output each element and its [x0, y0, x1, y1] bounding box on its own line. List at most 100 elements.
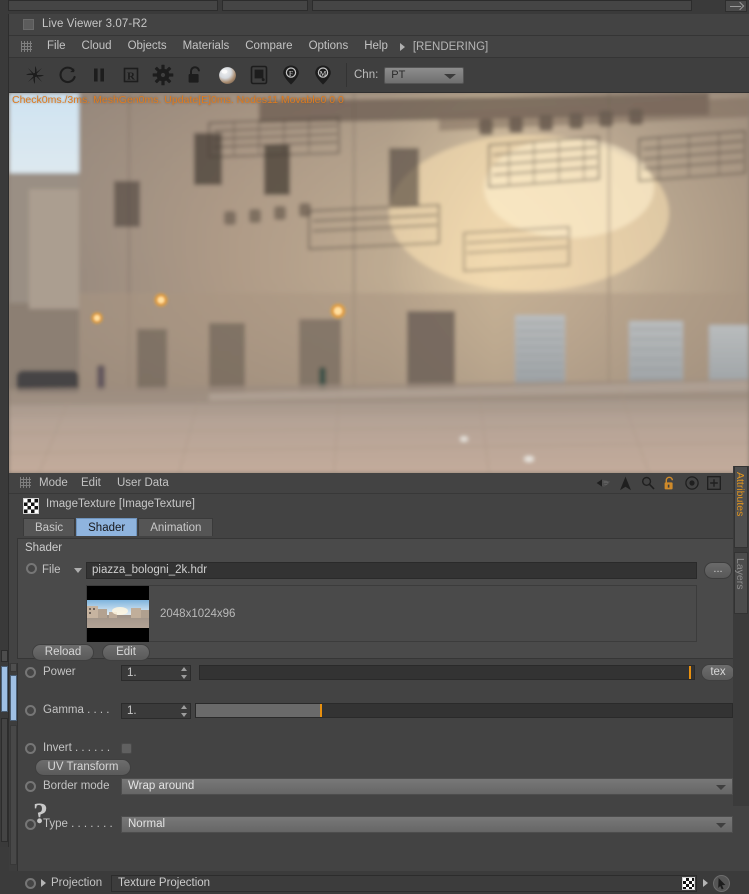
material-sphere-icon[interactable]: [211, 60, 243, 90]
lock-open-icon[interactable]: [662, 475, 677, 491]
shader-panel: Shader File piazza_bologni_2k.hdr ... 20…: [17, 538, 741, 661]
invert-label: Invert . . . . . .: [43, 742, 111, 754]
side-tab-attributes[interactable]: Attributes: [734, 466, 748, 548]
power-tex-button[interactable]: tex: [701, 664, 735, 681]
channel-label: Chn:: [354, 69, 379, 81]
border-mode-label: Border mode: [43, 780, 110, 792]
border-mode-anim-bullet[interactable]: [25, 781, 36, 792]
svg-text:M: M: [320, 69, 327, 78]
render-viewport[interactable]: Check0ms./3ms. MeshGen0ms. Update[E]0ms.…: [9, 93, 749, 473]
menu-overflow-arrow-icon[interactable]: [399, 42, 405, 51]
menu-item-compare[interactable]: Compare: [237, 36, 300, 57]
projection-pick-icon[interactable]: [713, 875, 730, 892]
attributes-scroll-rail[interactable]: [9, 663, 18, 871]
plus-box-icon[interactable]: [706, 475, 721, 491]
back-navigate-icon[interactable]: [596, 475, 611, 491]
pause-icon[interactable]: [83, 60, 115, 90]
border-mode-row: Border mode Wrap around: [17, 777, 741, 796]
border-mode-value: Wrap around: [128, 780, 195, 792]
picture-viewer-icon[interactable]: [243, 60, 275, 90]
power-slider[interactable]: [199, 665, 695, 680]
file-path-input[interactable]: piazza_bologni_2k.hdr: [86, 562, 697, 579]
svg-text:R: R: [127, 70, 136, 82]
texture-preview-box: 2048x1024x96: [86, 585, 697, 642]
gamma-anim-bullet[interactable]: [25, 705, 36, 716]
viewport-stats-overlay: Check0ms./3ms. MeshGen0ms. Update[E]0ms.…: [12, 94, 344, 106]
tab-shader[interactable]: Shader: [76, 518, 138, 536]
menu-bar: File Cloud Objects Materials Compare Opt…: [9, 36, 749, 58]
gamma-slider[interactable]: [195, 703, 733, 718]
refresh-icon[interactable]: [51, 60, 83, 90]
left-rail-knob-b[interactable]: [1, 666, 8, 712]
menu-item-objects[interactable]: Objects: [120, 36, 175, 57]
lock-icon[interactable]: [179, 60, 211, 90]
projection-label: Projection: [51, 877, 103, 889]
region-r-icon[interactable]: R: [115, 60, 147, 90]
search-icon[interactable]: [640, 475, 655, 491]
left-rail-knob-c[interactable]: [1, 718, 8, 842]
outer-seg-1: [8, 0, 218, 11]
target-icon[interactable]: [684, 475, 699, 491]
material-pin-icon[interactable]: M: [307, 60, 339, 90]
attr-menu-edit[interactable]: Edit: [81, 473, 101, 493]
power-row: Power 1. tex: [17, 663, 741, 682]
file-dropdown-icon[interactable]: [74, 568, 82, 573]
title-bar: Live Viewer 3.07-R2: [9, 14, 749, 36]
attr-menu-user-data[interactable]: User Data: [117, 473, 169, 493]
texture-dimensions-label: 2048x1024x96: [160, 608, 236, 620]
gamma-slider-fill: [196, 704, 322, 717]
channel-value: PT: [391, 68, 406, 81]
projection-link-field[interactable]: Texture Projection: [111, 875, 697, 892]
left-rail-knob-a[interactable]: [1, 650, 8, 662]
menu-item-materials[interactable]: Materials: [175, 36, 238, 57]
gamma-label: Gamma . . . .: [43, 704, 110, 716]
attributes-grip-icon[interactable]: [20, 477, 31, 488]
border-mode-select[interactable]: Wrap around: [121, 778, 733, 795]
tab-basic[interactable]: Basic: [23, 518, 76, 536]
projection-anim-bullet[interactable]: [25, 878, 36, 889]
uv-transform-button[interactable]: UV Transform: [35, 759, 131, 776]
file-browse-button[interactable]: ...: [704, 562, 732, 579]
outer-seg-3: [312, 0, 692, 11]
left-outer-rail: [0, 14, 9, 847]
projection-texture-icon[interactable]: [682, 877, 695, 890]
attributes-menu-bar: Mode Edit User Data: [9, 473, 749, 494]
gamma-row: Gamma . . . . 1.: [17, 701, 741, 720]
hdri-preview-band: [87, 600, 149, 628]
power-stepper[interactable]: [180, 666, 188, 680]
menu-item-cloud[interactable]: Cloud: [74, 36, 120, 57]
menu-item-help[interactable]: Help: [356, 36, 396, 57]
power-slider-mark: [689, 666, 692, 679]
render-region-icon[interactable]: [19, 60, 51, 90]
projection-expand-icon[interactable]: [41, 879, 46, 887]
scroll-thumb[interactable]: [10, 675, 17, 721]
tab-animation[interactable]: Animation: [138, 518, 214, 536]
side-tab-layers[interactable]: Layers: [734, 552, 748, 614]
up-arrow-icon[interactable]: [618, 475, 633, 491]
horizontal-scroll-arrow[interactable]: [725, 0, 747, 12]
gamma-stepper[interactable]: [180, 704, 188, 718]
attribute-tabs: Basic Shader Animation: [9, 518, 749, 538]
invert-anim-bullet[interactable]: [25, 743, 36, 754]
menu-grip-icon[interactable]: [21, 41, 32, 52]
side-tab-attributes-label: Attributes: [734, 472, 746, 517]
settings-gear-icon[interactable]: [147, 60, 179, 90]
type-select[interactable]: Normal: [121, 816, 733, 833]
attr-menu-mode[interactable]: Mode: [39, 473, 68, 493]
focus-pin-icon[interactable]: F: [275, 60, 307, 90]
file-anim-bullet[interactable]: [26, 563, 37, 574]
scroll-up-arrow[interactable]: [10, 663, 17, 672]
scroll-track-lower[interactable]: [10, 725, 17, 865]
menu-item-options[interactable]: Options: [301, 36, 357, 57]
invert-checkbox[interactable]: [121, 743, 132, 754]
projection-next-icon[interactable]: [703, 879, 708, 887]
channel-select[interactable]: PT: [384, 66, 465, 84]
menu-item-file[interactable]: File: [39, 36, 74, 57]
side-tab-strip: Attributes Layers: [733, 466, 749, 806]
outer-top-strip: [0, 0, 749, 14]
power-anim-bullet[interactable]: [25, 667, 36, 678]
side-tab-layers-label: Layers: [734, 558, 746, 590]
projection-row: Projection Texture Projection: [17, 874, 741, 893]
type-value: Normal: [128, 818, 166, 830]
chevron-down-icon: [716, 785, 726, 790]
